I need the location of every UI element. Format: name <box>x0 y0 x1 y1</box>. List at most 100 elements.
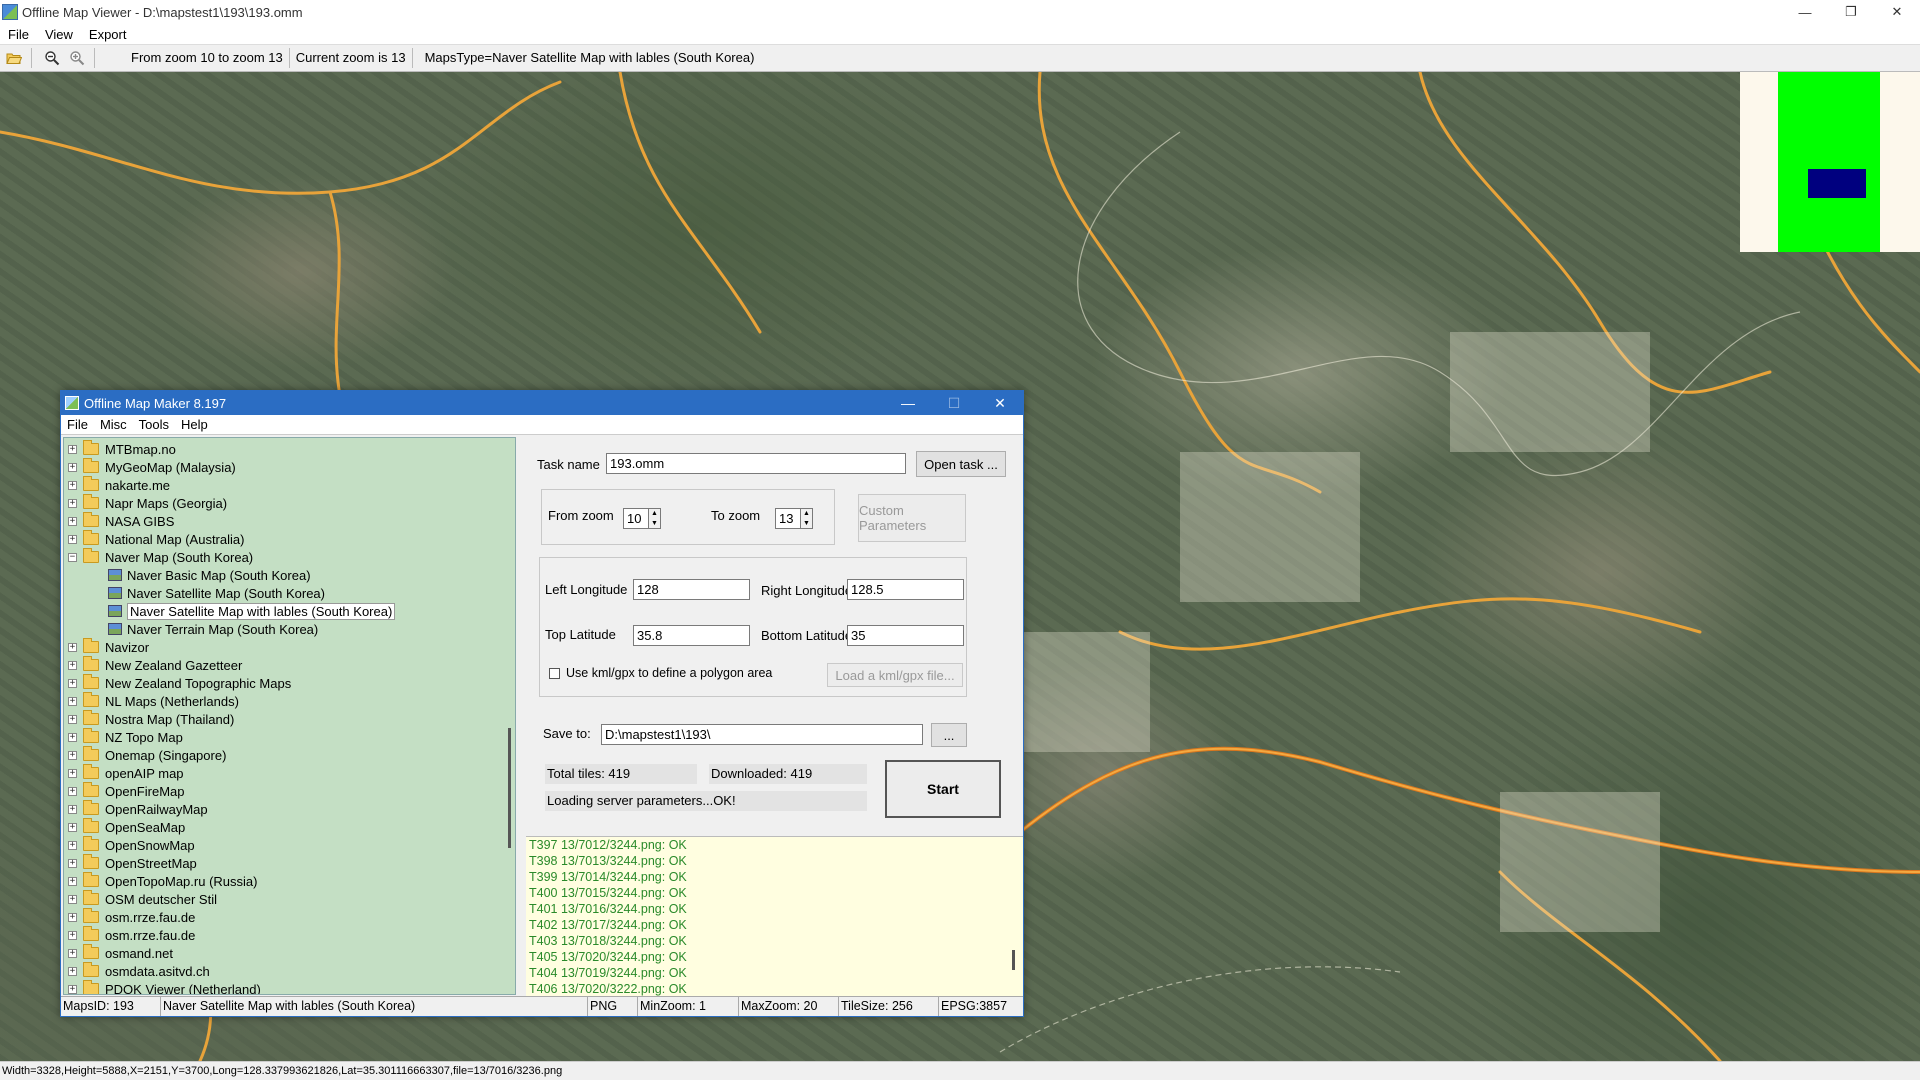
expand-icon[interactable]: + <box>68 750 77 760</box>
expand-icon[interactable]: + <box>68 462 77 472</box>
tree-folder-item[interactable]: + MyGeoMap (Malaysia) <box>68 458 236 476</box>
expand-icon[interactable]: + <box>68 984 77 994</box>
expand-icon[interactable]: + <box>68 804 77 814</box>
top-latitude-input[interactable]: 35.8 <box>633 625 750 646</box>
custom-parameters-button[interactable]: Custom Parameters <box>858 494 966 542</box>
tree-folder-item[interactable]: + New Zealand Topographic Maps <box>68 674 291 692</box>
tree-folder-item[interactable]: + New Zealand Gazetteer <box>68 656 242 674</box>
expand-icon[interactable]: + <box>68 948 77 958</box>
download-log[interactable]: T397 13/7012/3244.png: OK T398 13/7013/32… <box>526 836 1023 996</box>
start-button[interactable]: Start <box>885 760 1001 818</box>
tree-folder-item[interactable]: + osmdata.asitvd.ch <box>68 962 210 980</box>
tree-folder-item[interactable]: + OpenFireMap <box>68 782 184 800</box>
menu-file[interactable]: File <box>0 27 37 42</box>
menu-export[interactable]: Export <box>81 27 135 42</box>
zoom-in-icon[interactable] <box>66 47 88 69</box>
expand-icon[interactable]: + <box>68 894 77 904</box>
spin-up-icon[interactable]: ▲ <box>801 509 812 519</box>
tree-folder-item[interactable]: + OpenSnowMap <box>68 836 195 854</box>
left-longitude-input[interactable]: 128 <box>633 579 750 600</box>
bottom-latitude-input[interactable]: 35 <box>847 625 964 646</box>
expand-icon[interactable]: + <box>68 678 77 688</box>
right-longitude-input[interactable]: 128.5 <box>847 579 964 600</box>
tree-folder-item[interactable]: + OpenRailwayMap <box>68 800 208 818</box>
tree-folder-item[interactable]: + Onemap (Singapore) <box>68 746 226 764</box>
tree-folder-item[interactable]: − Naver Map (South Korea) <box>68 548 253 566</box>
load-kml-button[interactable]: Load a kml/gpx file... <box>827 663 963 687</box>
tree-folder-item[interactable]: + PDOK Viewer (Netherland) <box>68 980 261 994</box>
expand-icon[interactable]: + <box>68 660 77 670</box>
expand-icon[interactable]: + <box>68 768 77 778</box>
expand-icon[interactable]: + <box>68 444 77 454</box>
open-task-button[interactable]: Open task ... <box>916 451 1006 477</box>
tree-folder-item[interactable]: + osm.rrze.fau.de <box>68 908 195 926</box>
overview-viewport-indicator[interactable] <box>1808 169 1866 198</box>
tree-folder-item[interactable]: + Napr Maps (Georgia) <box>68 494 227 512</box>
map-source-tree[interactable]: + MTBmap.no + MyGeoMap (Malaysia) + nakarte.m… <box>63 437 516 995</box>
expand-icon[interactable]: + <box>68 930 77 940</box>
expand-icon[interactable]: + <box>68 642 77 652</box>
close-button[interactable]: ✕ <box>1874 0 1920 24</box>
spin-down-icon[interactable]: ▼ <box>801 519 812 529</box>
collapse-icon[interactable]: − <box>68 552 77 562</box>
tree-folder-item[interactable]: + MTBmap.no <box>68 440 176 458</box>
expand-icon[interactable]: + <box>68 912 77 922</box>
overview-minimap[interactable] <box>1740 72 1920 252</box>
expand-icon[interactable]: + <box>68 876 77 886</box>
spin-up-icon[interactable]: ▲ <box>649 509 660 519</box>
tree-scrollbar[interactable] <box>508 728 511 848</box>
expand-icon[interactable]: + <box>68 858 77 868</box>
to-zoom-input[interactable]: 13 <box>775 508 801 529</box>
zoom-out-icon[interactable] <box>41 47 63 69</box>
expand-icon[interactable]: + <box>68 732 77 742</box>
expand-icon[interactable]: + <box>68 822 77 832</box>
tree-map-item[interactable]: Naver Satellite Map with lables (South K… <box>108 602 396 620</box>
maker-menu-tools[interactable]: Tools <box>133 417 175 432</box>
expand-icon[interactable]: + <box>68 966 77 976</box>
tree-folder-item[interactable]: + OpenSeaMap <box>68 818 185 836</box>
maker-close-button[interactable]: ✕ <box>977 391 1023 415</box>
menu-view[interactable]: View <box>37 27 81 42</box>
tree-map-item[interactable]: Naver Basic Map (South Korea) <box>108 566 311 584</box>
tree-folder-item[interactable]: + Nostra Map (Thailand) <box>68 710 234 728</box>
expand-icon[interactable]: + <box>68 786 77 796</box>
tree-folder-item[interactable]: + National Map (Australia) <box>68 530 244 548</box>
spin-down-icon[interactable]: ▼ <box>649 519 660 529</box>
tree-folder-item[interactable]: + openAIP map <box>68 764 184 782</box>
tree-folder-item[interactable]: + NL Maps (Netherlands) <box>68 692 239 710</box>
tree-folder-item[interactable]: + osm.rrze.fau.de <box>68 926 195 944</box>
tree-folder-item[interactable]: + OpenStreetMap <box>68 854 197 872</box>
from-zoom-spinner[interactable]: ▲ ▼ <box>648 508 661 529</box>
polygon-checkbox[interactable] <box>549 668 560 679</box>
expand-icon[interactable]: + <box>68 696 77 706</box>
expand-icon[interactable]: + <box>68 714 77 724</box>
task-name-input[interactable]: 193.omm <box>606 453 906 474</box>
maker-minimize-button[interactable]: — <box>885 391 931 415</box>
expand-icon[interactable]: + <box>68 498 77 508</box>
tree-folder-item[interactable]: + Navizor <box>68 638 149 656</box>
open-folder-icon[interactable] <box>3 47 25 69</box>
from-zoom-input[interactable]: 10 <box>623 508 649 529</box>
log-scrollbar[interactable] <box>1012 950 1015 970</box>
maker-menu-help[interactable]: Help <box>175 417 214 432</box>
to-zoom-spinner[interactable]: ▲ ▼ <box>800 508 813 529</box>
expand-icon[interactable]: + <box>68 534 77 544</box>
tree-folder-item[interactable]: + osmand.net <box>68 944 173 962</box>
maker-menu-misc[interactable]: Misc <box>94 417 133 432</box>
tree-folder-item[interactable]: + nakarte.me <box>68 476 170 494</box>
save-to-input[interactable]: D:\mapstest1\193\ <box>601 724 923 745</box>
maker-maximize-button[interactable]: ☐ <box>931 391 977 415</box>
tree-folder-item[interactable]: + OSM deutscher Stil <box>68 890 217 908</box>
tree-folder-item[interactable]: + NZ Topo Map <box>68 728 183 746</box>
expand-icon[interactable]: + <box>68 840 77 850</box>
expand-icon[interactable]: + <box>68 480 77 490</box>
tree-map-item[interactable]: Naver Satellite Map (South Korea) <box>108 584 325 602</box>
tree-map-item[interactable]: Naver Terrain Map (South Korea) <box>108 620 318 638</box>
tree-folder-item[interactable]: + NASA GIBS <box>68 512 174 530</box>
minimize-button[interactable]: — <box>1782 0 1828 24</box>
expand-icon[interactable]: + <box>68 516 77 526</box>
tree-folder-item[interactable]: + OpenTopoMap.ru (Russia) <box>68 872 257 890</box>
browse-folder-button[interactable]: ... <box>931 723 967 747</box>
maker-menu-file[interactable]: File <box>61 417 94 432</box>
maximize-button[interactable]: ❐ <box>1828 0 1874 24</box>
